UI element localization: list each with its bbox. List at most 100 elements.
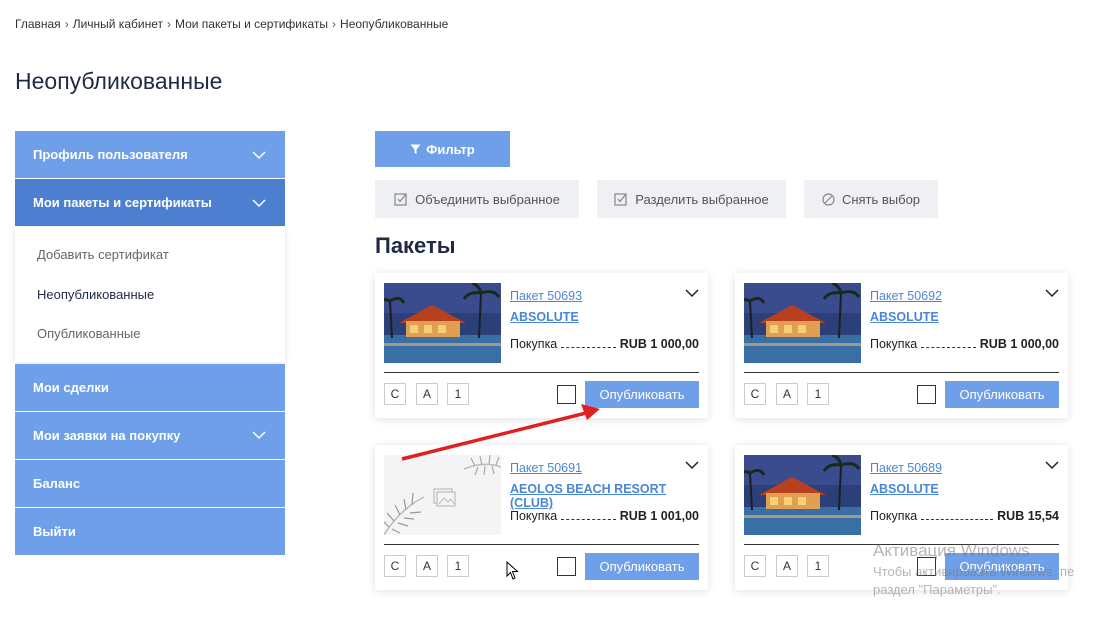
tag-a[interactable]: А <box>776 383 798 405</box>
publish-button[interactable]: Опубликовать <box>585 553 699 580</box>
tag-a[interactable]: А <box>416 555 438 577</box>
filter-icon <box>410 144 421 154</box>
price-value: RUB 1 001,00 <box>619 509 699 523</box>
placeholder-image <box>384 455 501 535</box>
tag-count[interactable]: 1 <box>447 383 469 405</box>
sidebar-submenu: Добавить сертификат Неопубликованные Опу… <box>15 227 285 362</box>
sidebar-item-logout[interactable]: Выйти <box>15 507 285 556</box>
package-number-link[interactable]: Пакет 50693 <box>510 289 582 303</box>
resort-photo <box>384 283 501 363</box>
price-value: RUB 1 000,00 <box>619 337 699 351</box>
clear-label: Снять выбор <box>841 191 921 207</box>
tag-count[interactable]: 1 <box>807 383 829 405</box>
image-placeholder-icon <box>433 488 456 507</box>
sidebar-item-label: Мои пакеты и сертификаты <box>33 195 212 210</box>
watermark-line: Чтобы активировать Windows, пе <box>873 564 1075 579</box>
split-selected-button[interactable]: Разделить выбранное <box>597 180 786 218</box>
cancel-circle-icon <box>822 192 835 206</box>
page-title: Неопубликованные <box>15 68 223 94</box>
price-label: Покупка <box>510 337 558 351</box>
chevron-down-icon[interactable] <box>685 461 699 470</box>
package-number-link[interactable]: Пакет 50692 <box>870 289 942 303</box>
sidebar-item-label: Мои сделки <box>33 379 109 395</box>
breadcrumb-home[interactable]: Главная <box>15 17 61 31</box>
price-label: Покупка <box>870 337 918 351</box>
tag-a[interactable]: А <box>776 555 798 577</box>
package-number-link[interactable]: Пакет 50689 <box>870 461 942 475</box>
sidebar-item-balance[interactable]: Баланс <box>15 459 285 508</box>
chevron-down-icon[interactable] <box>1045 289 1059 298</box>
price-row: Покупка RUB 1 000,00 <box>510 337 699 351</box>
sidebar-item-packages[interactable]: Мои пакеты и сертификаты <box>15 179 285 227</box>
windows-activation-watermark: Активация Windows Чтобы активировать Win… <box>873 541 1074 597</box>
breadcrumb-separator: › <box>64 17 69 31</box>
dotted-leader <box>561 510 616 520</box>
price-row: Покупка RUB 1 001,00 <box>510 509 699 523</box>
publish-button[interactable]: Опубликовать <box>945 381 1059 408</box>
clear-selection-button[interactable]: Снять выбор <box>804 180 938 218</box>
divider <box>384 544 699 545</box>
checkbox-edit-icon <box>394 193 407 206</box>
tag-c[interactable]: С <box>744 383 766 405</box>
split-label: Разделить выбранное <box>635 191 769 207</box>
breadcrumb-packages[interactable]: Мои пакеты и сертификаты <box>175 17 328 31</box>
submenu-published[interactable]: Опубликованные <box>15 314 285 354</box>
watermark-title: Активация Windows <box>873 541 1030 560</box>
sidebar-item-profile[interactable]: Профиль пользователя <box>15 131 285 179</box>
package-number-link[interactable]: Пакет 50691 <box>510 461 582 475</box>
package-card: Пакет 50691 AEOLOS BEACH RESORT (CLUB) П… <box>375 445 708 590</box>
package-name-link[interactable]: ABSOLUTE <box>510 310 579 324</box>
submenu-add-certificate[interactable]: Добавить сертификат <box>15 235 285 275</box>
chevron-down-icon <box>252 150 266 159</box>
tag-c[interactable]: С <box>384 555 406 577</box>
sidebar-item-label: Мои заявки на покупку <box>33 427 181 443</box>
tag-a[interactable]: А <box>416 383 438 405</box>
price-label: Покупка <box>870 509 918 523</box>
price-value: RUB 1 000,00 <box>979 337 1059 351</box>
chevron-down-icon[interactable] <box>685 289 699 298</box>
tag-count[interactable]: 1 <box>807 555 829 577</box>
resort-photo <box>744 455 861 535</box>
breadcrumb-separator: › <box>332 17 337 31</box>
package-name-link[interactable]: ABSOLUTE <box>870 482 939 496</box>
merge-selected-button[interactable]: Объединить выбранное <box>375 180 579 218</box>
select-checkbox[interactable] <box>557 385 576 404</box>
divider <box>744 372 1059 373</box>
breadcrumb-account[interactable]: Личный кабинет <box>73 17 163 31</box>
breadcrumb-current: Неопубликованные <box>340 17 449 31</box>
sidebar-item-requests[interactable]: Мои заявки на покупку <box>15 411 285 460</box>
package-name-link[interactable]: ABSOLUTE <box>870 310 939 324</box>
checkbox-edit-icon <box>614 193 627 206</box>
publish-button[interactable]: Опубликовать <box>585 381 699 408</box>
sidebar-item-label: Выйти <box>33 523 76 539</box>
sidebar-item-deals[interactable]: Мои сделки <box>15 363 285 412</box>
merge-label: Объединить выбранное <box>415 191 560 207</box>
resort-photo <box>744 283 861 363</box>
sidebar: Профиль пользователя Мои пакеты и сертиф… <box>15 131 285 556</box>
select-checkbox[interactable] <box>557 557 576 576</box>
package-card: Пакет 50693 ABSOLUTE Покупка RUB 1 000,00… <box>375 273 708 418</box>
filter-button[interactable]: Фильтр <box>375 131 510 167</box>
chevron-down-icon <box>252 431 266 440</box>
tag-count[interactable]: 1 <box>447 555 469 577</box>
chevron-down-icon[interactable] <box>1045 461 1059 470</box>
package-name-link[interactable]: AEOLOS BEACH RESORT (CLUB) <box>510 482 708 510</box>
watermark-line: раздел "Параметры". <box>873 582 1001 597</box>
mouse-cursor-icon <box>506 561 519 580</box>
tag-c[interactable]: С <box>384 383 406 405</box>
select-checkbox[interactable] <box>917 385 936 404</box>
sidebar-item-label: Профиль пользователя <box>33 147 188 162</box>
price-label: Покупка <box>510 509 558 523</box>
tag-c[interactable]: С <box>744 555 766 577</box>
price-row: Покупка RUB 1 000,00 <box>870 337 1059 351</box>
price-value: RUB 15,54 <box>997 509 1059 523</box>
breadcrumb: Главная › Личный кабинет › Мои пакеты и серт… <box>15 17 448 31</box>
section-title: Пакеты <box>375 233 456 258</box>
breadcrumb-separator: › <box>166 17 171 31</box>
sidebar-item-label: Баланс <box>33 475 81 491</box>
dotted-leader <box>921 338 976 348</box>
submenu-unpublished[interactable]: Неопубликованные <box>15 275 285 315</box>
package-card: Пакет 50692 ABSOLUTE Покупка RUB 1 000,00… <box>735 273 1068 418</box>
chevron-down-icon <box>252 198 266 207</box>
price-row: Покупка RUB 15,54 <box>870 509 1059 523</box>
